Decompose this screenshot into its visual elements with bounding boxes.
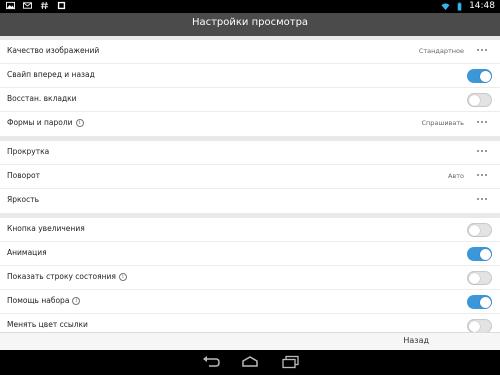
toggle-knob: [469, 95, 480, 106]
setting-label-text: Менять цвет ссылки: [7, 320, 88, 329]
setting-value: Спрашивать: [421, 119, 464, 127]
more-icon[interactable]: [477, 194, 491, 204]
setting-value: Стандартное: [418, 47, 464, 55]
settings-row[interactable]: Яркость: [0, 189, 500, 213]
toggle-knob: [480, 71, 491, 82]
mail-icon: [23, 2, 32, 9]
home-icon[interactable]: [240, 355, 260, 369]
toggle-knob: [480, 297, 491, 308]
battery-icon: [457, 2, 462, 11]
toggle-knob: [469, 321, 480, 332]
setting-value: Авто: [447, 172, 464, 180]
settings-row[interactable]: Кнопка увеличения: [0, 218, 500, 242]
setting-label-text: Яркость: [7, 195, 40, 204]
settings-row[interactable]: Качество изображений Стандартное: [0, 40, 500, 64]
settings-list[interactable]: Качество изображений Стандартное Свайп впе…: [0, 36, 500, 333]
image-icon: [6, 1, 15, 10]
action-bar: Настройки просмотра: [0, 13, 500, 36]
status-bar: 14:48: [0, 0, 500, 13]
toggle-switch-off[interactable]: [467, 271, 492, 285]
setting-label: Менять цвет ссылки: [7, 320, 88, 329]
toggle-switch-on[interactable]: [467, 247, 492, 261]
clock: 14:48: [469, 1, 495, 11]
toggle-knob: [480, 249, 491, 260]
setting-label-text: Анимация: [7, 248, 47, 257]
setting-label: Формы и пароли i: [7, 118, 84, 127]
navigation-bar: [0, 350, 500, 375]
settings-row[interactable]: Помощь набора i: [0, 290, 500, 314]
settings-row[interactable]: Прокрутка: [0, 141, 500, 165]
settings-row[interactable]: Свайп вперед и назад: [0, 64, 500, 88]
footer-bar: Назад: [0, 332, 500, 350]
more-icon[interactable]: [477, 170, 491, 180]
recent-apps-icon[interactable]: [281, 355, 301, 369]
setting-label: Качество изображений: [7, 46, 99, 55]
settings-group-interface: Кнопка увеличения Анимация Показать строку…: [0, 218, 500, 333]
setting-label-text: Восстан. вкладки: [7, 94, 77, 103]
setting-label-text: Помощь набора: [7, 296, 70, 305]
setting-label: Прокрутка: [7, 147, 49, 156]
settings-row[interactable]: Восстан. вкладки: [0, 88, 500, 112]
more-icon[interactable]: [477, 117, 491, 127]
toggle-switch-off[interactable]: [467, 223, 492, 237]
toggle-knob: [469, 273, 480, 284]
toggle-switch-off[interactable]: [467, 93, 492, 107]
setting-label-text: Кнопка увеличения: [7, 224, 85, 233]
setting-label: Показать строку состояния i: [7, 272, 127, 281]
toggle-switch-on[interactable]: [467, 295, 492, 309]
gallery-icon: [57, 1, 66, 10]
settings-group-scroll: Прокрутка Поворот Авто Яркость: [0, 141, 500, 213]
page-title: Настройки просмотра: [191, 17, 309, 28]
settings-group-quality: Качество изображений Стандартное Свайп впе…: [0, 40, 500, 136]
setting-label-text: Свайп вперед и назад: [7, 70, 95, 79]
back-icon[interactable]: [201, 355, 221, 369]
setting-label: Восстан. вкладки: [7, 94, 77, 103]
setting-label-text: Качество изображений: [7, 46, 100, 55]
more-icon[interactable]: [477, 146, 491, 156]
setting-label: Поворот: [7, 171, 40, 180]
settings-row[interactable]: Поворот Авто: [0, 165, 500, 189]
info-icon[interactable]: i: [118, 273, 127, 281]
info-icon[interactable]: i: [72, 297, 81, 305]
info-icon[interactable]: i: [75, 119, 84, 127]
setting-label-text: Прокрутка: [7, 147, 50, 156]
toggle-knob: [469, 225, 480, 236]
setting-label-text: Формы и пароли: [7, 118, 73, 127]
back-button[interactable]: Назад: [403, 336, 429, 345]
setting-label: Анимация: [7, 248, 47, 257]
settings-row[interactable]: Анимация: [0, 242, 500, 266]
settings-row[interactable]: Формы и пароли i Спрашивать: [0, 112, 500, 136]
hash-icon: [40, 1, 49, 10]
setting-label: Яркость: [7, 195, 39, 204]
settings-row[interactable]: Показать строку состояния i: [0, 266, 500, 290]
wifi-icon: [441, 3, 450, 11]
setting-label: Помощь набора i: [7, 296, 81, 305]
more-icon[interactable]: [477, 45, 491, 55]
setting-label-text: Показать строку состояния: [7, 272, 116, 281]
toggle-switch-off[interactable]: [467, 319, 492, 333]
setting-label: Кнопка увеличения: [7, 224, 85, 233]
toggle-switch-on[interactable]: [467, 69, 492, 83]
setting-label: Свайп вперед и назад: [7, 70, 95, 79]
setting-label-text: Поворот: [7, 171, 40, 180]
